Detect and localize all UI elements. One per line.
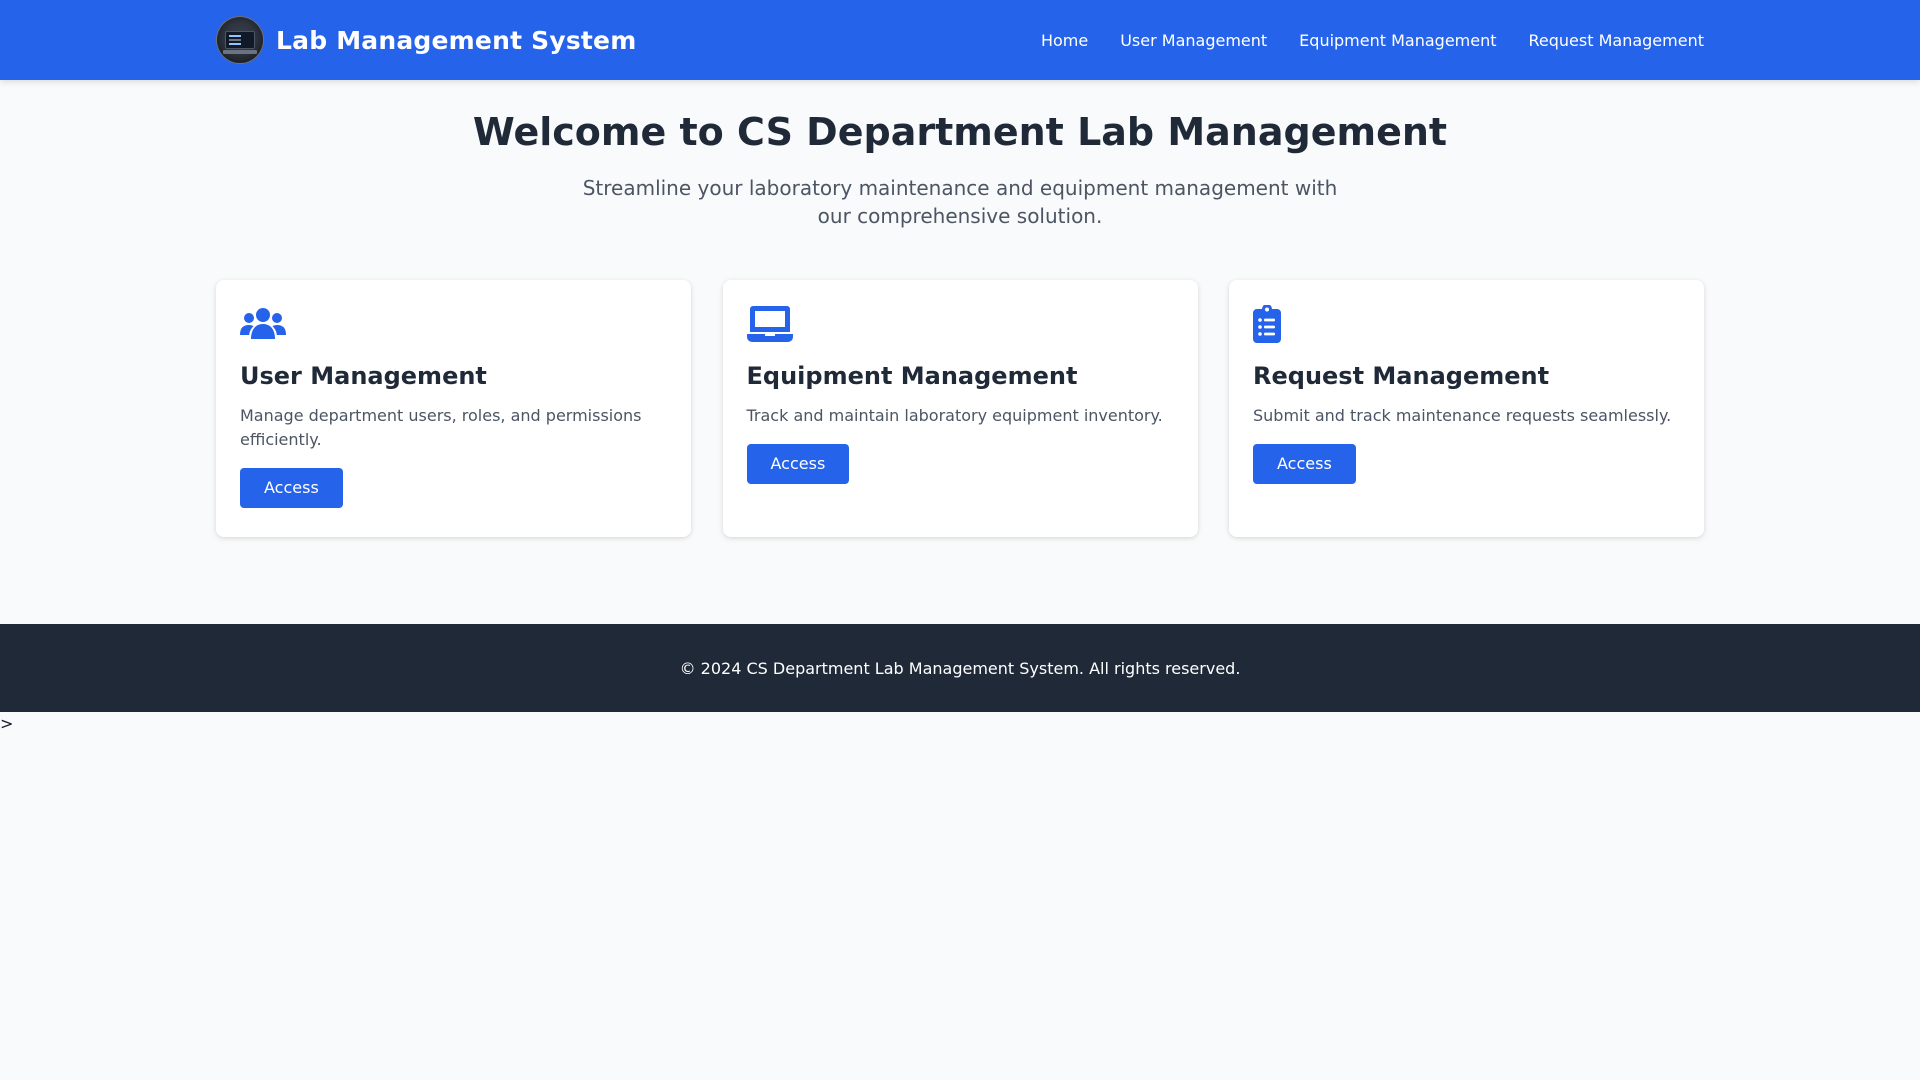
clipboard-list-icon — [1253, 304, 1680, 344]
page-subtitle: Streamline your laboratory maintenance a… — [582, 175, 1338, 228]
nav-link-request-management[interactable]: Request Management — [1529, 31, 1704, 50]
card-equipment-management: Equipment Management Track and maintain … — [722, 279, 1198, 537]
page-title: Welcome to CS Department Lab Management — [472, 110, 1448, 154]
card-description: Submit and track maintenance requests se… — [1253, 405, 1672, 425]
nav-link-home[interactable]: Home — [1041, 31, 1088, 50]
brand-link[interactable]: Lab Management System — [216, 16, 636, 64]
navbar-inner: Lab Management System Home User Manageme… — [216, 0, 1704, 80]
access-button-request-management[interactable]: Access — [1253, 443, 1356, 484]
users-icon — [240, 304, 667, 344]
footer: © 2024 CS Department Lab Management Syst… — [0, 624, 1920, 712]
access-button-equipment-management[interactable]: Access — [746, 443, 850, 484]
laptop-icon — [746, 304, 1174, 344]
access-button-user-management[interactable]: Access — [240, 467, 343, 508]
footer-copyright: © 2024 CS Department Lab Management Syst… — [679, 658, 1241, 678]
card-description: Track and maintain laboratory equipment … — [746, 405, 1163, 425]
nav-link-equipment-management[interactable]: Equipment Management — [1299, 31, 1496, 50]
card-description: Manage department users, roles, and perm… — [240, 405, 642, 449]
stray-text: > — [0, 714, 14, 733]
lab-computer-logo — [216, 16, 264, 64]
card-request-management: Request Management Submit and track main… — [1229, 279, 1704, 537]
brand-title: Lab Management System — [276, 25, 637, 55]
card-title: Equipment Management — [746, 361, 1078, 390]
nav-links: Home User Management Equipment Managemen… — [1009, 31, 1704, 50]
card-title: User Management — [240, 361, 487, 390]
card-user-management: User Management Manage department users,… — [216, 279, 691, 537]
feature-cards: User Management Manage department users,… — [216, 279, 1704, 537]
card-title: Request Management — [1253, 361, 1550, 390]
navbar: Lab Management System Home User Manageme… — [0, 0, 1920, 80]
nav-link-user-management[interactable]: User Management — [1120, 31, 1267, 50]
hero-section: Welcome to CS Department Lab Management … — [0, 80, 1920, 230]
